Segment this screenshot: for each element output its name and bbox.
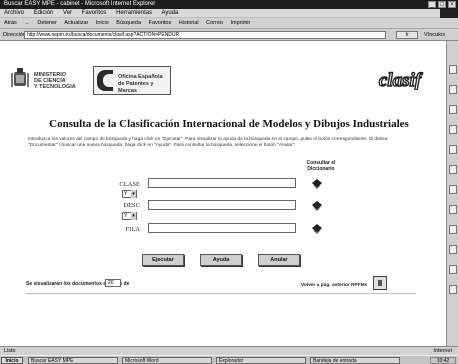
- oepm-line: de Patentes y Marcas: [118, 81, 154, 94]
- favorites-button[interactable]: Favoritos: [149, 20, 172, 26]
- back-label: Volver a pág. anterior RPFMs: [301, 283, 368, 288]
- minimize-button[interactable]: _: [428, 1, 436, 8]
- page-title: Consulta de la Clasificación Internacion…: [49, 118, 409, 130]
- print-button[interactable]: Imprimir: [231, 20, 251, 26]
- taskbar-item[interactable]: Explorador: [216, 357, 306, 364]
- clasif-logo: clasif: [378, 70, 423, 90]
- back-page-icon[interactable]: [373, 276, 387, 290]
- fila-label: FILA: [125, 226, 140, 233]
- window-titlebar: Buscar EASY MPE - cabinet - Microsoft In…: [0, 0, 458, 9]
- clase-input[interactable]: [148, 178, 296, 188]
- side-tool-button[interactable]: [449, 245, 457, 254]
- status-text: Listo: [4, 348, 16, 354]
- side-tool-button[interactable]: [449, 105, 457, 114]
- menu-ayuda[interactable]: Ayuda: [161, 10, 178, 16]
- operator-select-2[interactable]: Y: [122, 212, 137, 220]
- window-controls: _ □ ×: [428, 1, 456, 8]
- taskbar: Inicio Buscar EASY MPE Microsoft Word Ex…: [0, 355, 458, 364]
- address-label: Dirección: [3, 32, 26, 38]
- cancel-button[interactable]: Anular: [258, 254, 300, 266]
- menu-bar: Archivo Edición Ver Favoritos Herramient…: [0, 9, 440, 18]
- oepm-name: Oficina Española de Patentes y Marcas: [118, 74, 170, 95]
- browser-toolbar: Atrás → Detener Actualizar Inicio Búsque…: [0, 18, 458, 29]
- dictionary-book-icon[interactable]: [311, 200, 323, 212]
- dictionary-header: Consultar el Diccionario: [301, 160, 341, 172]
- svg-text:clasif: clasif: [379, 70, 423, 90]
- divider: [26, 293, 416, 294]
- taskbar-item[interactable]: Buscar EASY MPE: [28, 357, 118, 364]
- stop-button[interactable]: Detener: [37, 20, 57, 26]
- taskbar-item[interactable]: Bandeja de entrada: [310, 357, 400, 364]
- mail-button[interactable]: Correo: [206, 20, 223, 26]
- start-button[interactable]: Inicio: [1, 357, 23, 364]
- desc-input[interactable]: [148, 200, 296, 210]
- side-tool-button[interactable]: [449, 145, 457, 154]
- back-button[interactable]: Atrás: [4, 20, 17, 26]
- side-tool-button[interactable]: [449, 65, 457, 74]
- go-button[interactable]: Ir: [396, 31, 418, 39]
- dictionary-book-icon[interactable]: [311, 223, 323, 235]
- status-bar: Listo Internet: [0, 346, 458, 355]
- clock: 10:42: [430, 357, 456, 364]
- side-toolbar: [446, 41, 458, 346]
- execute-button[interactable]: Ejecutar: [142, 254, 184, 266]
- dictionary-header-line: Diccionario: [307, 166, 335, 172]
- menu-edicion[interactable]: Edición: [34, 10, 54, 16]
- security-zone: Internet: [433, 348, 452, 354]
- clase-label: CLASE: [119, 181, 140, 188]
- search-button[interactable]: Búsqueda: [116, 20, 141, 26]
- menu-favoritos[interactable]: Favoritos: [82, 10, 107, 16]
- oepm-mark-icon: [97, 70, 113, 91]
- batch-size-input[interactable]: 20: [105, 279, 121, 287]
- menu-archivo[interactable]: Archivo: [4, 10, 24, 16]
- refresh-button[interactable]: Actualizar: [64, 20, 88, 26]
- taskbar-item[interactable]: Microsoft Word: [122, 357, 212, 364]
- dictionary-book-icon[interactable]: [311, 178, 323, 190]
- help-button[interactable]: Ayuda: [200, 254, 242, 266]
- side-tool-button[interactable]: [449, 265, 457, 274]
- menu-herramientas[interactable]: Herramientas: [116, 10, 152, 16]
- instructions-text: Introduzca los valores del campo de búsq…: [28, 137, 388, 148]
- side-tool-button[interactable]: [449, 85, 457, 94]
- ministry-line: Y TECNOLOGIA: [34, 84, 76, 90]
- side-tool-button[interactable]: [449, 225, 457, 234]
- windows-logo-icon: [440, 9, 458, 18]
- side-tool-button[interactable]: [449, 205, 457, 214]
- forward-button[interactable]: →: [24, 20, 30, 26]
- oepm-logo: Oficina Española de Patentes y Marcas: [93, 66, 171, 95]
- operator-select-1[interactable]: Y: [122, 190, 137, 198]
- side-tool-button[interactable]: [449, 165, 457, 174]
- menu-ver[interactable]: Ver: [63, 10, 72, 16]
- ministry-name: MINISTERIO DE CIENCIA Y TECNOLOGIA: [34, 72, 76, 90]
- fila-input[interactable]: [148, 223, 296, 233]
- side-tool-button[interactable]: [449, 185, 457, 194]
- maximize-button[interactable]: □: [438, 1, 446, 8]
- close-button[interactable]: ×: [448, 1, 456, 8]
- coat-of-arms-icon: [11, 68, 29, 87]
- side-tool-button[interactable]: [449, 285, 457, 294]
- links-label[interactable]: Vínculos: [424, 29, 445, 41]
- desc-label: DESC: [123, 202, 140, 209]
- history-button[interactable]: Historial: [179, 20, 199, 26]
- home-button[interactable]: Inicio: [96, 20, 109, 26]
- oepm-line: Oficina Española: [118, 74, 163, 80]
- window-title: Buscar EASY MPE - cabinet - Microsoft In…: [4, 1, 156, 7]
- address-bar: Dirección http://www.oepm.es/busca/docum…: [0, 29, 458, 41]
- address-input[interactable]: http://www.oepm.es/busca/documents/clasi…: [24, 31, 386, 39]
